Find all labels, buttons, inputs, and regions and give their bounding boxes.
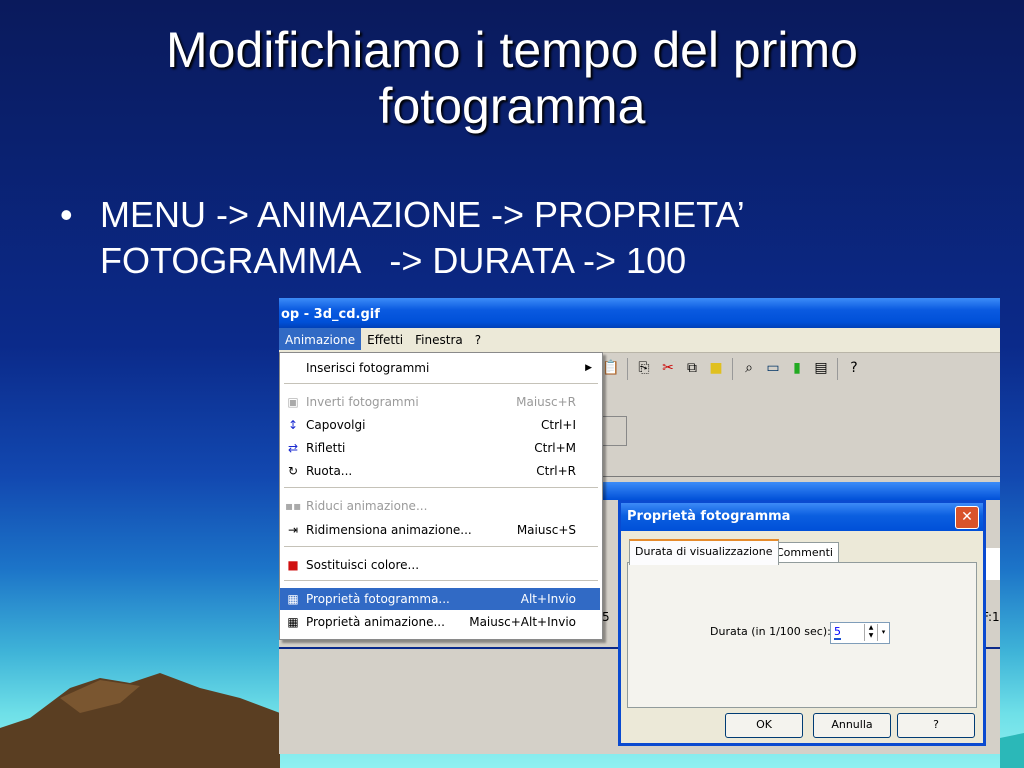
canvas-field: [599, 416, 627, 446]
app-title-bar[interactable]: op - 3d_cd.gif: [279, 298, 1000, 328]
menu-item-shortcut: Maiusc+R: [516, 395, 576, 409]
flip-icon: ↕: [287, 418, 299, 432]
menu-item-label: Inserisci fotogrammi: [306, 361, 430, 375]
tab-panel: Durata (in 1/100 sec): 5 ▲ ▼ ▾: [627, 562, 977, 708]
filmstrip-icon[interactable]: ▤: [811, 358, 831, 378]
frame-icon[interactable]: ▭: [763, 358, 783, 378]
menu-item-label: Capovolgi: [306, 418, 366, 432]
frame-properties-dialog: Proprietà fotogramma ✕ Durata di visuali…: [618, 500, 986, 746]
close-icon[interactable]: ✕: [955, 506, 979, 529]
menu-item-capovolgi[interactable]: ↕ Capovolgi Ctrl+I: [280, 414, 600, 436]
duplicate-icon[interactable]: ⧉: [682, 358, 702, 378]
menu-item-label: Riduci animazione...: [306, 499, 428, 513]
bullet-line-1: MENU -> ANIMAZIONE -> PROPRIETA’: [100, 194, 745, 235]
toolbar-separator: [837, 358, 838, 380]
cut-icon[interactable]: ✂: [658, 358, 678, 378]
palette-icon[interactable]: ▮: [787, 358, 807, 378]
menu-item-rifletti[interactable]: ⇄ Rifletti Ctrl+M: [280, 437, 600, 459]
mirror-icon: ⇄: [287, 441, 299, 455]
menu-item-label: Proprietà animazione...: [306, 615, 445, 629]
menu-item-sostituisci-colore[interactable]: ■ Sostituisci colore...: [280, 554, 600, 576]
animation-properties-icon: ▦: [287, 615, 299, 629]
reverse-icon: ▣: [287, 395, 299, 409]
dialog-title: Proprietà fotogramma: [627, 509, 791, 524]
reduce-icon: ▪▪: [285, 499, 302, 513]
menu-item-shortcut: Ctrl+I: [541, 418, 576, 432]
menu-item-proprieta-fotogramma[interactable]: ▦ Proprietà fotogramma... Alt+Invio: [280, 588, 600, 610]
menu-item-riduci-animazione[interactable]: ▪▪ Riduci animazione...: [280, 495, 600, 517]
tab-commenti[interactable]: Commenti: [770, 542, 839, 563]
menu-item-inserisci-fotogrammi[interactable]: Inserisci fotogrammi ▶: [280, 357, 600, 379]
tab-durata[interactable]: Durata di visualizzazione: [629, 539, 779, 565]
submenu-arrow-icon: ▶: [585, 363, 592, 373]
slide-title: Modifichiamo i tempo del primo fotogramm…: [0, 22, 1024, 134]
menu-bar: Animazione Effetti Finestra?: [279, 328, 1000, 353]
bullet-point: • MENU -> ANIMAZIONE -> PROPRIETA’ FOTOG…: [60, 192, 980, 284]
copy-icon[interactable]: ⎘: [634, 358, 654, 378]
menu-item-inverti-fotogrammi[interactable]: ▣ Inverti fotogrammi Maiusc+R: [280, 391, 600, 413]
frame-properties-icon: ▦: [287, 592, 299, 606]
menu-item-label: Proprietà fotogramma...: [306, 592, 450, 606]
menu-item-shortcut: Alt+Invio: [520, 592, 576, 606]
help-button[interactable]: ?: [897, 713, 975, 738]
app-window: op - 3d_cd.gif Animazione Effetti Finestra…: [279, 298, 1000, 754]
dropdown-icon[interactable]: ▾: [877, 624, 889, 641]
menu-separator: [284, 546, 598, 547]
resize-icon: ⇥: [287, 523, 299, 537]
cancel-button[interactable]: Annulla: [813, 713, 891, 738]
menu-animazione[interactable]: Animazione: [279, 328, 362, 350]
menu-separator: [284, 580, 598, 581]
menu-item-label: Inverti fotogrammi: [306, 395, 419, 409]
menu-item-proprieta-animazione[interactable]: ▦ Proprietà animazione... Maiusc+Alt+Inv…: [280, 611, 600, 633]
menu-separator: [284, 383, 598, 384]
menu-help[interactable]: ?: [469, 328, 487, 350]
menu-item-shortcut: Maiusc+S: [516, 523, 576, 537]
menu-effetti[interactable]: Effetti: [361, 328, 409, 350]
title-line-1: Modifichiamo i tempo del primo: [166, 22, 858, 78]
spin-arrows-icon[interactable]: ▲ ▼: [864, 624, 877, 641]
menu-item-label: Sostituisci colore...: [306, 558, 420, 572]
rotate-icon: ↻: [287, 464, 299, 478]
menu-item-label: Rifletti: [306, 441, 346, 455]
frames-panel-title: [599, 482, 1000, 500]
menu-item-shortcut: Maiusc+Alt+Invio: [469, 615, 576, 629]
toolbar-separator: [627, 358, 628, 380]
toolbar-separator: [732, 358, 733, 380]
dialog-title-bar[interactable]: Proprietà fotogramma: [621, 503, 983, 531]
zoom-icon[interactable]: ⌕: [739, 358, 759, 378]
bullet-dot: •: [60, 194, 73, 235]
menu-item-label: Ruota...: [306, 464, 353, 478]
replace-color-icon: ■: [287, 558, 299, 572]
duration-value[interactable]: 5: [834, 625, 841, 640]
ok-button[interactable]: OK: [725, 713, 803, 738]
title-line-2: fotogramma: [378, 78, 646, 134]
light-icon[interactable]: ■: [706, 358, 726, 378]
menu-item-label: Ridimensiona animazione...: [306, 523, 472, 537]
help-pointer-icon[interactable]: ?: [844, 358, 864, 378]
duration-spinner[interactable]: 5 ▲ ▼ ▾: [830, 622, 890, 644]
toolbar: 📋 ⎘ ✂ ⧉ ■ ⌕ ▭ ▮ ▤?: [599, 354, 866, 384]
menu-item-ridimensiona-animazione[interactable]: ⇥ Ridimensiona animazione... Maiusc+S: [280, 519, 600, 541]
menu-finestra[interactable]: Finestra: [409, 328, 469, 350]
frame-number: 5: [602, 610, 610, 624]
paste-icon[interactable]: 📋: [601, 358, 621, 378]
menu-item-shortcut: Ctrl+M: [534, 441, 576, 455]
menu-item-ruota[interactable]: ↻ Ruota... Ctrl+R: [280, 460, 600, 482]
animazione-dropdown-menu: Inserisci fotogrammi ▶ ▣ Inverti fotogra…: [279, 352, 603, 640]
menu-separator: [284, 487, 598, 488]
bullet-line-2: FOTOGRAMMA -> DURATA -> 100: [100, 240, 687, 281]
menu-item-shortcut: Ctrl+R: [536, 464, 576, 478]
duration-label: Durata (in 1/100 sec):: [710, 625, 831, 638]
